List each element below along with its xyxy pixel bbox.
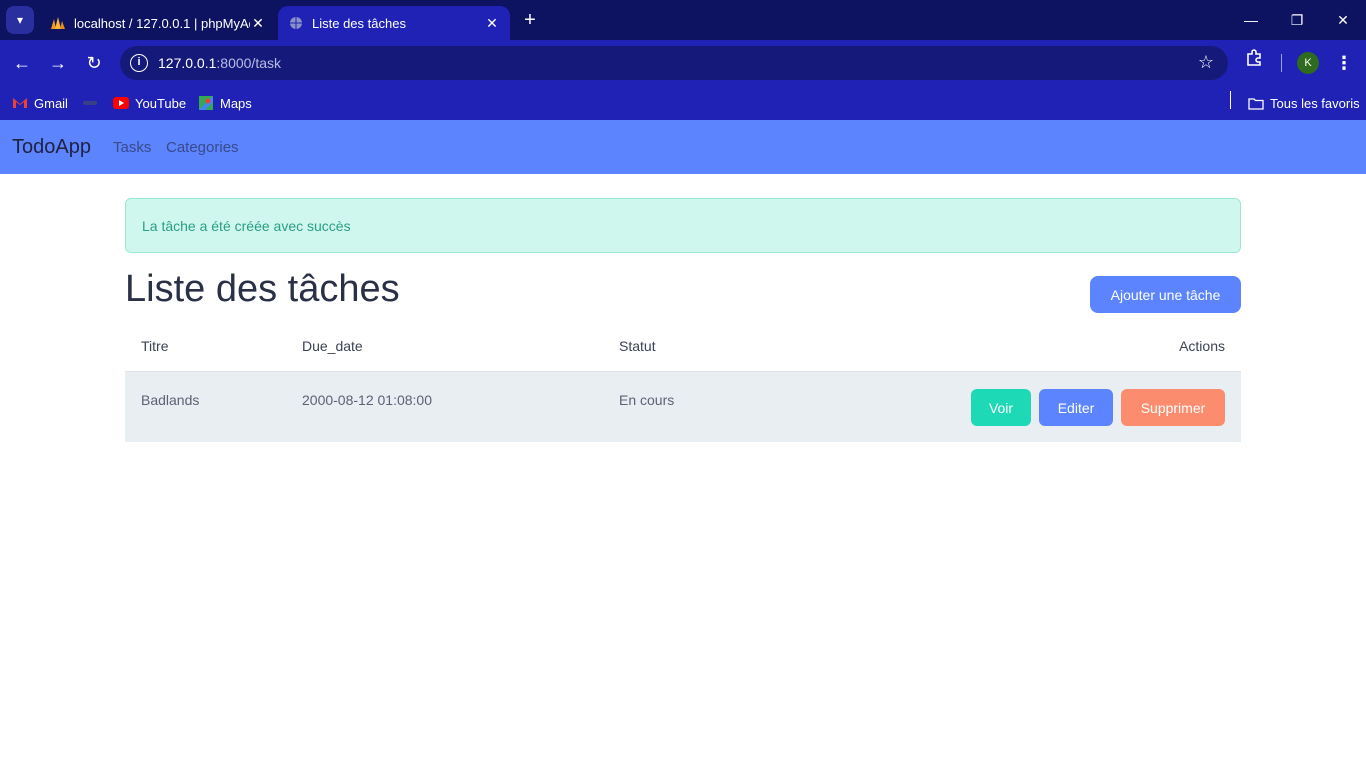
table-header: Titre Due_date Statut Actions xyxy=(125,326,1241,372)
app-brand[interactable]: TodoApp xyxy=(12,136,91,159)
url-host: 127.0.0.1 xyxy=(158,55,217,71)
browser-toolbar: ← → ↻ i 127.0.0.1 :8000/task ☆ xyxy=(0,40,1366,86)
profile-avatar[interactable]: K xyxy=(1297,52,1319,74)
bookmark-youtube[interactable]: YouTube xyxy=(113,92,186,114)
bookmark-label: YouTube xyxy=(135,95,187,111)
gmail-icon xyxy=(12,95,28,111)
forward-button[interactable]: → xyxy=(44,49,72,77)
maps-icon xyxy=(198,95,214,111)
task-due-date: 2000-08-12 01:08:00 xyxy=(302,392,432,408)
tasks-table: Titre Due_date Statut Actions Badlands 2… xyxy=(125,326,1241,442)
bookmark-label: Maps xyxy=(220,95,252,111)
tab-title: Liste des tâches xyxy=(312,15,406,31)
tab-title: localhost / 127.0.0.1 | phpMyAd xyxy=(74,15,250,31)
add-task-button[interactable]: Ajouter une tâche xyxy=(1090,276,1241,313)
column-header-due-date: Due_date xyxy=(302,338,363,354)
tab-phpmyadmin[interactable]: localhost / 127.0.0.1 | phpMyAd ✕ xyxy=(40,6,276,40)
nav-link-tasks[interactable]: Tasks xyxy=(113,139,151,156)
bookmark-site-icon xyxy=(82,95,98,111)
close-window-button[interactable]: ✕ xyxy=(1320,6,1366,34)
view-task-button[interactable]: Voir xyxy=(971,389,1031,426)
phpmyadmin-icon xyxy=(50,15,66,31)
edit-task-button[interactable]: Editer xyxy=(1039,389,1113,426)
address-bar[interactable]: i 127.0.0.1 :8000/task ☆ xyxy=(120,46,1228,80)
table-row: Badlands 2000-08-12 01:08:00 En cours Vo… xyxy=(125,372,1241,442)
browser-tab-bar: ▾ localhost / 127.0.0.1 | phpMyAd ✕ List… xyxy=(0,0,1366,40)
folder-icon xyxy=(1248,95,1264,111)
extensions-icon[interactable] xyxy=(1243,49,1265,71)
bookmark-site[interactable] xyxy=(82,92,104,114)
bookmark-gmail[interactable]: Gmail xyxy=(12,92,68,114)
column-header-title: Titre xyxy=(141,338,169,354)
bookmark-label: Tous les favoris xyxy=(1270,95,1360,111)
column-header-actions: Actions xyxy=(1179,338,1225,354)
alert-message: La tâche a été créée avec succès xyxy=(142,217,351,234)
browser-menu-icon[interactable]: ⋮ xyxy=(1334,50,1354,76)
all-bookmarks-button[interactable]: Tous les favoris xyxy=(1248,92,1360,114)
tab-liste-des-taches[interactable]: Liste des tâches ✕ xyxy=(278,6,510,40)
minimize-button[interactable]: — xyxy=(1228,6,1274,34)
task-title: Badlands xyxy=(141,392,200,408)
page-title: Liste des tâches xyxy=(125,268,400,310)
restore-button[interactable]: ❐ xyxy=(1274,6,1320,34)
site-info-icon[interactable]: i xyxy=(130,54,148,72)
globe-icon xyxy=(288,15,304,31)
back-button[interactable]: ← xyxy=(8,49,36,77)
bookmarks-bar: Gmail YouTube Maps Tous les favoris xyxy=(0,86,1366,120)
task-status: En cours xyxy=(619,392,675,408)
column-header-status: Statut xyxy=(619,338,656,354)
success-alert: La tâche a été créée avec succès xyxy=(125,198,1241,253)
reload-button[interactable]: ↻ xyxy=(80,49,108,77)
youtube-icon xyxy=(113,95,129,111)
tab-search-button[interactable]: ▾ xyxy=(6,6,34,34)
app-navbar: TodoApp Tasks Categories xyxy=(0,120,1366,174)
bookmark-label: Gmail xyxy=(34,95,68,111)
bookmark-maps[interactable]: Maps xyxy=(198,92,252,114)
toolbar-divider xyxy=(1281,54,1282,72)
bookmark-star-icon[interactable]: ☆ xyxy=(1198,52,1214,73)
url-path: :8000/task xyxy=(216,55,281,71)
new-tab-button[interactable]: + xyxy=(518,8,542,32)
close-icon[interactable]: ✕ xyxy=(484,15,500,31)
close-icon[interactable]: ✕ xyxy=(250,15,266,31)
bookmarks-divider xyxy=(1230,91,1231,109)
nav-link-categories[interactable]: Categories xyxy=(166,139,239,156)
delete-task-button[interactable]: Supprimer xyxy=(1121,389,1225,426)
